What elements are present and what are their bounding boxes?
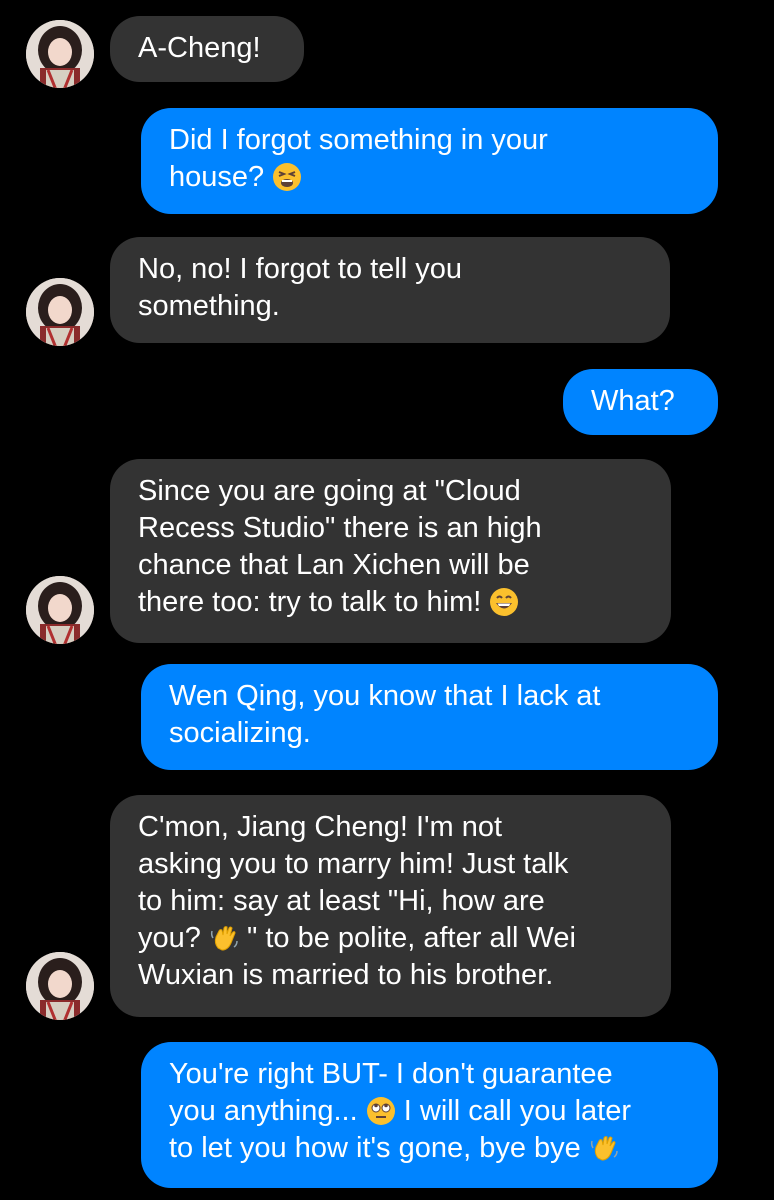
message-text: there too: try to talk to him! — [138, 586, 482, 618]
contact-avatar[interactable] — [26, 20, 94, 88]
incoming-message-bubble[interactable]: A-Cheng! — [110, 16, 304, 82]
message-text: C'mon, Jiang Cheng! I'm not — [138, 811, 503, 843]
message-text: What? — [591, 385, 675, 417]
message-text: No, no! I forgot to tell you — [138, 253, 463, 285]
incoming-message-bubble[interactable]: No, no! I forgot to tell you something. — [110, 237, 670, 343]
message-text: Since you are going at "Cloud — [138, 475, 521, 507]
incoming-message-bubble[interactable]: C'mon, Jiang Cheng! I'm not asking you t… — [110, 795, 671, 1017]
message-text: A-Cheng! — [138, 32, 261, 64]
message-text: you anything... — [169, 1095, 358, 1127]
avatar-photo — [26, 952, 94, 1020]
message-text: socializing. — [169, 717, 311, 749]
message-text: Recess Studio" there is an high — [138, 512, 542, 544]
message-text: house? — [169, 161, 265, 193]
incoming-message-bubble[interactable]: Since you are going at "Cloud Recess Stu… — [110, 459, 671, 643]
tired-face-emoji — [272, 162, 302, 192]
message-text: you? — [138, 922, 201, 954]
outgoing-message-bubble[interactable]: You're right BUT- I don't guarantee you … — [141, 1042, 718, 1188]
avatar-photo — [26, 576, 94, 644]
message-text: You're right BUT- I don't guarantee — [169, 1058, 613, 1090]
waving-hand-emoji — [209, 923, 239, 953]
message-text: I will call you later — [403, 1095, 632, 1127]
avatar-photo — [26, 278, 94, 346]
outgoing-message-bubble[interactable]: Wen Qing, you know that I lack at social… — [141, 664, 718, 770]
outgoing-message-bubble[interactable]: Did I forgot something in your house? — [141, 108, 718, 214]
contact-avatar[interactable] — [26, 952, 94, 1020]
message-text: something. — [138, 290, 280, 322]
avatar-photo — [26, 20, 94, 88]
message-text: chance that Lan Xichen will be — [138, 549, 530, 581]
waving-hand-emoji — [589, 1133, 619, 1163]
message-text: asking you to marry him! Just talk — [138, 848, 569, 880]
message-text: to let you how it's gone, bye bye — [169, 1132, 581, 1164]
eye-roll-emoji — [366, 1096, 396, 1126]
outgoing-message-bubble[interactable]: What? — [563, 369, 718, 435]
grinning-face-emoji — [489, 587, 519, 617]
message-text: to him: say at least "Hi, how are — [138, 885, 545, 917]
contact-avatar[interactable] — [26, 576, 94, 644]
message-text: Wen Qing, you know that I lack at — [169, 680, 601, 712]
message-text: Did I forgot something in your — [169, 124, 548, 156]
message-text: " to be polite, after all Wei — [247, 922, 576, 954]
message-text: Wuxian is married to his brother. — [138, 959, 554, 991]
contact-avatar[interactable] — [26, 278, 94, 346]
message-thread: A-Cheng! Did I forgot something in your … — [0, 0, 774, 1200]
